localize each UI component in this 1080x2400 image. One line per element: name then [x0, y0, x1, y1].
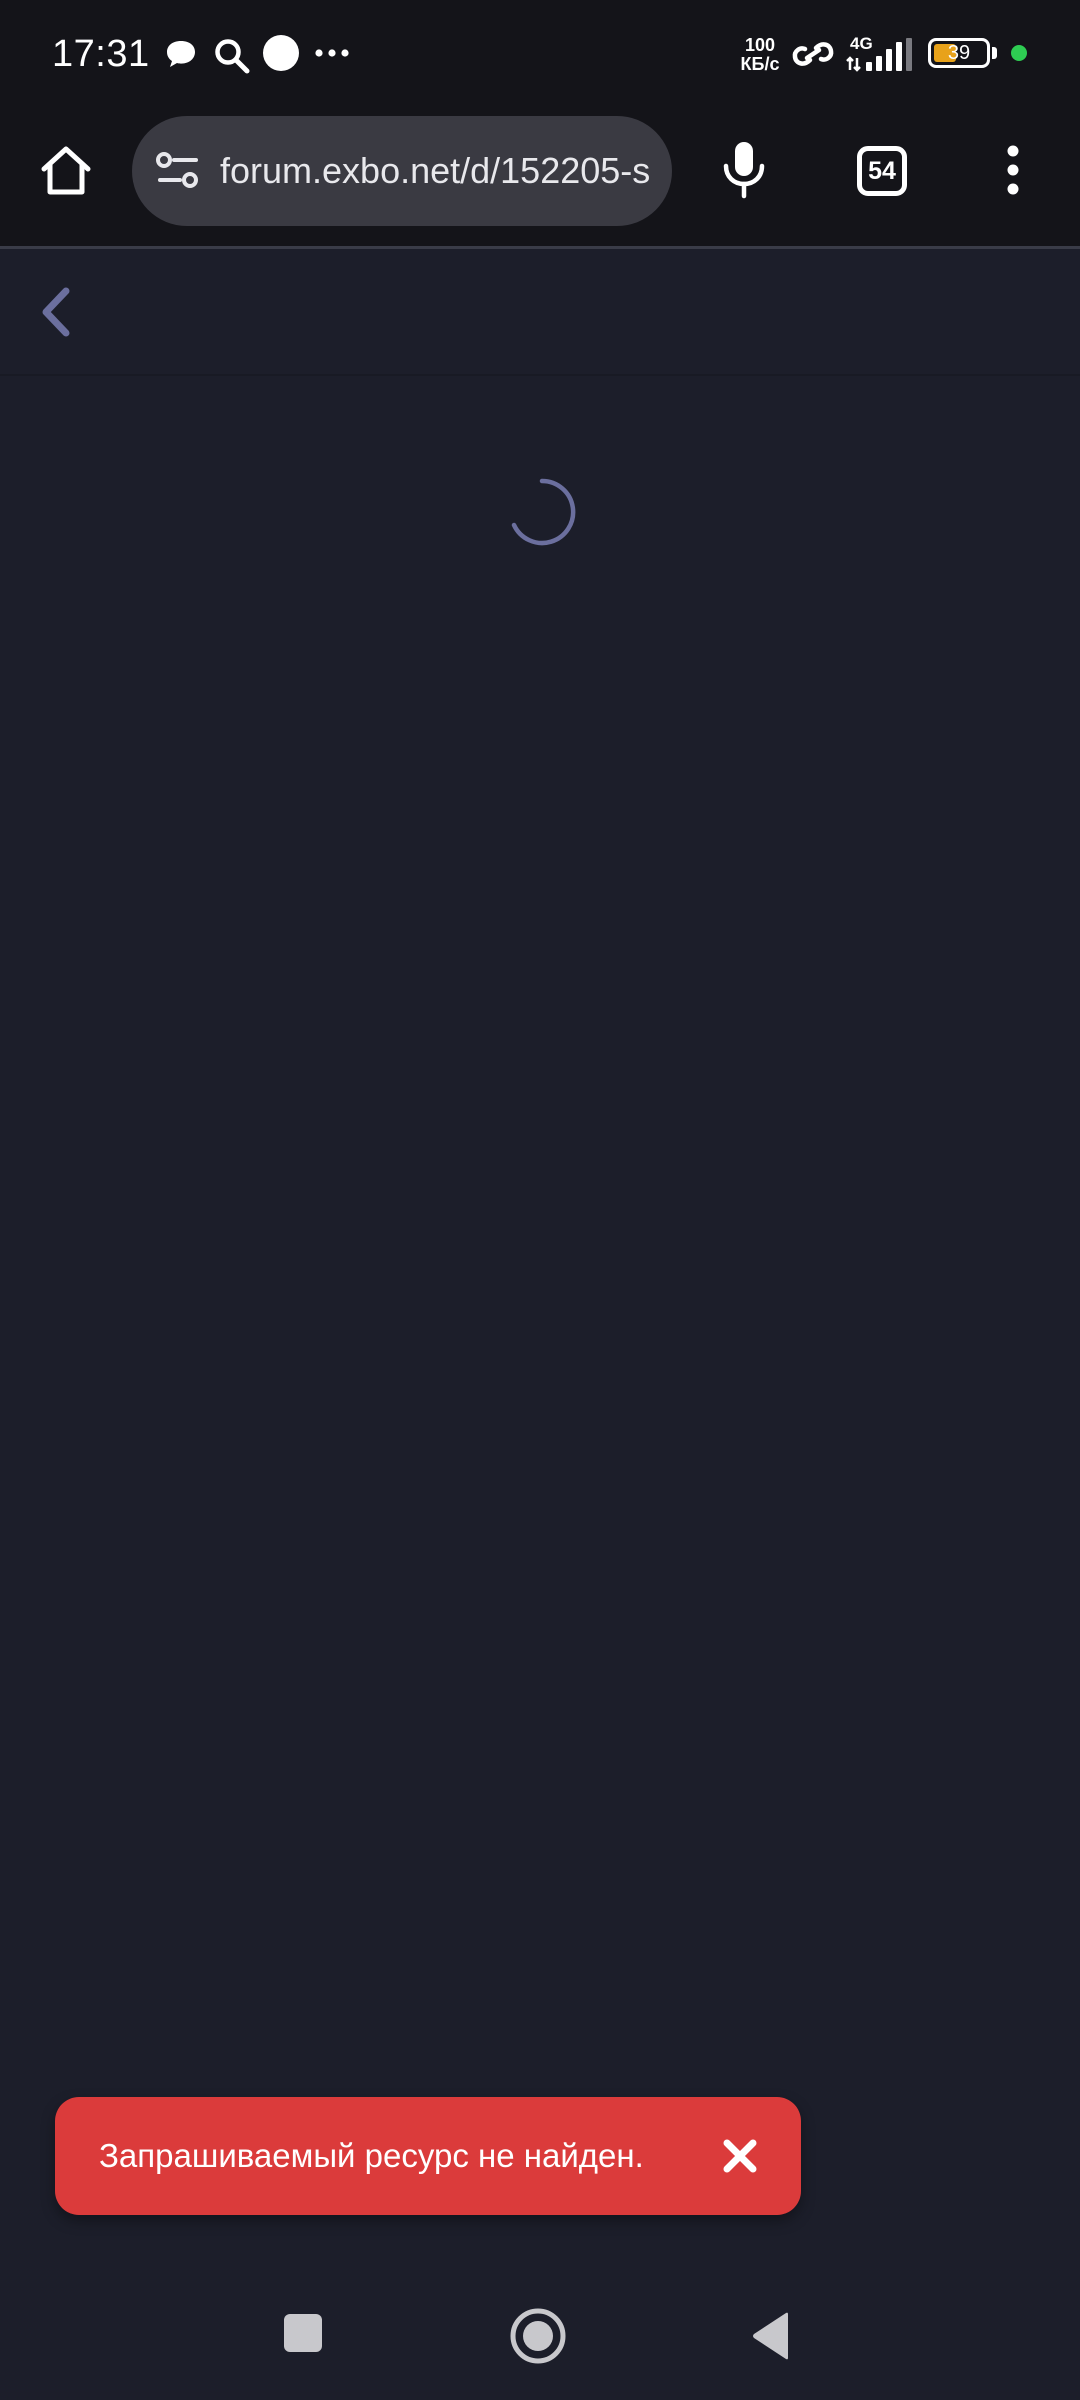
network-speed: 100 КБ/с [735, 36, 785, 74]
signal-icon [846, 38, 912, 72]
url-text: forum.exbo.net/d/152205-s [220, 150, 651, 191]
privacy-indicator-dot [1011, 45, 1027, 61]
more-dots-icon [315, 49, 349, 57]
toast-message: Запрашиваемый ресурс не найден. [99, 2137, 644, 2174]
chat-bubble-icon [167, 41, 195, 67]
network-speed-value: 100 [744, 35, 776, 55]
status-bar: 17:31 100 КБ/с 4G 39 [0, 0, 1080, 108]
battery-nub [992, 47, 997, 59]
site-settings-icon [156, 152, 198, 188]
back-nav-button[interactable] [748, 2310, 794, 2362]
status-time: 17:31 [52, 33, 150, 75]
search-icon [215, 39, 250, 74]
battery-level: 39 [947, 42, 971, 64]
page-header [0, 249, 1080, 376]
system-nav-bar [0, 2270, 1080, 2400]
link-icon [792, 42, 834, 66]
network-speed-unit: КБ/с [740, 54, 780, 74]
home-nav-button[interactable] [508, 2306, 568, 2366]
back-chevron-icon [42, 287, 70, 337]
back-button[interactable] [24, 279, 86, 345]
close-icon[interactable] [720, 2136, 760, 2176]
battery-icon: 39 [928, 38, 990, 68]
circle-icon [263, 35, 299, 71]
voice-search-button[interactable] [712, 134, 776, 206]
home-icon [41, 146, 91, 195]
tabs-button[interactable]: 54 [857, 146, 907, 196]
error-toast: Запрашиваемый ресурс не найден. [55, 2097, 801, 2215]
mic-icon [723, 142, 765, 199]
browser-menu-button[interactable] [992, 134, 1034, 206]
home-button[interactable] [30, 134, 102, 206]
url-bar[interactable]: forum.exbo.net/d/152205-s [132, 116, 672, 226]
loading-spinner-icon [511, 478, 576, 546]
menu-icon [1007, 145, 1019, 195]
recents-button[interactable] [282, 2312, 328, 2358]
